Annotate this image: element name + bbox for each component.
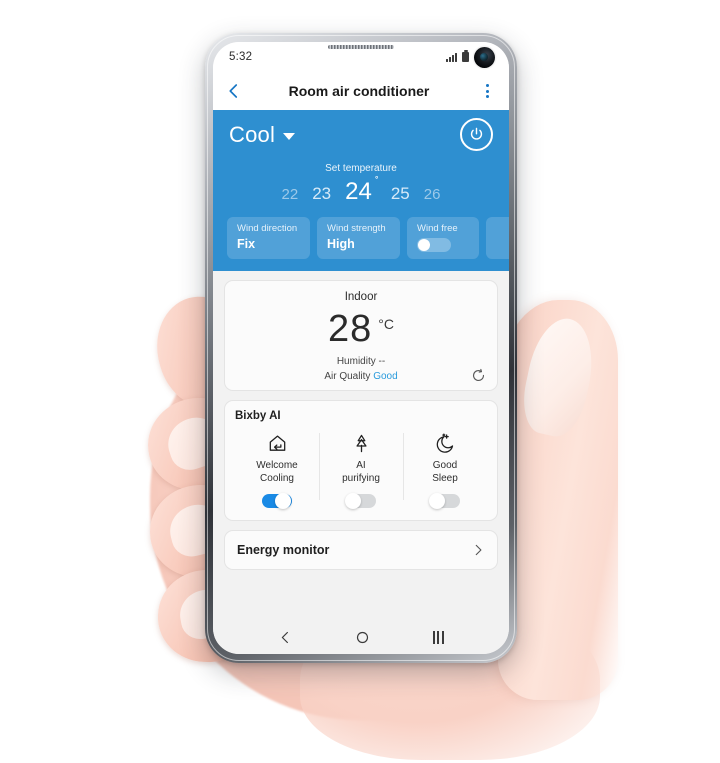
bixby-toggle-good-sleep[interactable] — [429, 493, 460, 510]
energy-monitor-label: Energy monitor — [237, 543, 330, 558]
label-line-2: Cooling — [260, 472, 294, 484]
selected-temperature-value: 24 — [345, 178, 372, 205]
set-temperature-label: Set temperature — [325, 163, 397, 174]
energy-monitor-card[interactable]: Energy monitor — [224, 530, 498, 571]
indoor-temperature-unit: °C — [378, 316, 394, 332]
label-line-1: Welcome — [256, 460, 298, 472]
chevron-down-icon — [283, 133, 296, 140]
tile-wind-free[interactable]: Wind free — [407, 217, 479, 259]
bixby-item-welcome-cooling-label: Welcome Cooling — [256, 460, 298, 485]
page-title: Room air conditioner — [288, 83, 430, 99]
temperature-option-25[interactable]: 25 — [391, 184, 410, 204]
tile-wind-strength[interactable]: Wind strength High — [317, 217, 400, 259]
screenshot-stage: 5:32 Room air conditioner Cool Set tempe… — [0, 0, 720, 763]
indoor-card: Indoor 28 °C Humidity -- Air Quality Goo… — [224, 280, 498, 392]
label-line-2: purifying — [342, 472, 380, 484]
bixby-ai-title: Bixby AI — [235, 410, 281, 423]
bixby-ai-features: Welcome Cooling AI purifying Good Sleep — [235, 431, 487, 510]
degree-symbol: ˚ — [375, 176, 379, 188]
signal-icon — [446, 52, 457, 62]
tile-wind-direction-label: Wind direction — [237, 223, 298, 234]
wind-free-toggle-knob — [418, 239, 430, 251]
mode-label: Cool — [229, 121, 276, 147]
system-nav-bar — [213, 620, 509, 654]
toggle-knob — [429, 493, 445, 510]
indoor-temperature-value: 28 — [328, 308, 373, 350]
power-button[interactable] — [460, 118, 493, 151]
nav-recents-icon[interactable] — [432, 630, 444, 644]
quick-settings-tiles: Wind direction Fix Wind strength High Wi… — [213, 217, 509, 259]
power-icon — [470, 127, 483, 140]
ac-control-panel: Cool Set temperature 22 23 24 ˚ 25 26 Wi… — [213, 110, 509, 271]
nav-back-icon[interactable] — [278, 630, 293, 645]
bixby-item-ai-purifying-label: AI purifying — [342, 460, 380, 485]
tile-wind-direction-value: Fix — [237, 237, 256, 251]
phone-device: 5:32 Room air conditioner Cool Set tempe… — [205, 33, 517, 663]
bixby-item-welcome-cooling[interactable]: Welcome Cooling — [235, 431, 319, 510]
earpiece-speaker — [328, 45, 394, 49]
label-line-1: Good — [432, 460, 458, 472]
battery-icon — [462, 50, 469, 62]
nav-home-icon[interactable] — [355, 630, 370, 645]
indoor-air-quality: Air Quality Good — [237, 371, 485, 382]
tile-wind-direction[interactable]: Wind direction Fix — [227, 217, 310, 259]
temperature-option-22[interactable]: 22 — [282, 186, 299, 203]
bixby-item-good-sleep[interactable]: Good Sleep — [403, 431, 487, 510]
phone-screen: 5:32 Room air conditioner Cool Set tempe… — [213, 42, 509, 654]
status-icons — [446, 46, 495, 68]
label-line-1: AI — [356, 460, 366, 472]
app-bar: Room air conditioner — [213, 72, 509, 110]
label-line-2: Sleep — [432, 472, 458, 484]
bixby-toggle-ai-purifying[interactable] — [345, 493, 376, 510]
toggle-knob — [345, 493, 361, 510]
temperature-option-23[interactable]: 23 — [312, 184, 331, 204]
bixby-item-ai-purifying[interactable]: AI purifying — [319, 431, 403, 510]
refresh-icon[interactable] — [470, 367, 487, 384]
temperature-option-24-selected[interactable]: 24 ˚ — [345, 176, 379, 206]
temperature-option-26[interactable]: 26 — [424, 186, 441, 203]
chevron-right-icon — [471, 543, 485, 557]
toggle-knob — [275, 493, 291, 510]
indoor-temperature-row: 28 °C — [237, 308, 485, 350]
welcome-cooling-home-icon — [266, 431, 289, 455]
air-quality-label: Air Quality — [324, 371, 371, 383]
tile-next-partial[interactable] — [486, 217, 509, 259]
more-options-icon[interactable] — [479, 84, 495, 98]
tile-wind-free-label: Wind free — [417, 223, 458, 234]
tile-wind-strength-label: Wind strength — [327, 223, 386, 234]
tile-wind-strength-value: High — [327, 237, 355, 251]
ai-purifying-tree-icon — [350, 431, 373, 455]
indoor-humidity: Humidity -- — [336, 356, 386, 368]
bixby-item-good-sleep-label: Good Sleep — [432, 460, 458, 485]
bixby-ai-card: Bixby AI Welcome Cooling AI purifying Go… — [224, 400, 498, 522]
mode-row: Cool — [213, 118, 509, 151]
content-area: Indoor 28 °C Humidity -- Air Quality Goo… — [213, 271, 509, 571]
wind-free-toggle[interactable] — [417, 238, 451, 252]
temperature-slider[interactable]: 22 23 24 ˚ 25 26 — [213, 176, 509, 206]
good-sleep-moon-icon — [434, 431, 457, 455]
air-quality-value: Good — [373, 371, 398, 383]
status-clock: 5:32 — [229, 51, 253, 63]
bixby-toggle-welcome-cooling[interactable] — [262, 493, 292, 510]
front-camera-punch-hole — [474, 46, 495, 68]
mode-selector[interactable]: Cool — [229, 121, 296, 148]
indoor-card-title: Indoor — [344, 291, 378, 303]
